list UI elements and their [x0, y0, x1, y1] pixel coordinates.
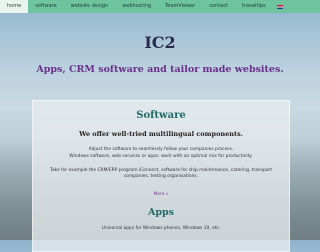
- content-card: Software We offer well-tried multilingua…: [32, 100, 290, 252]
- nav-item-webhosting[interactable]: webhosting: [115, 0, 158, 13]
- site-title: IC2: [144, 33, 176, 52]
- top-navigation: home software website design webhosting …: [0, 0, 320, 13]
- nav-item-home[interactable]: home: [0, 0, 29, 13]
- software-text-1: Adjust the software to seamlessly follow…: [88, 147, 234, 152]
- nav-item-contact[interactable]: contact: [202, 0, 235, 13]
- nav-item-traveltips[interactable]: traveltips: [235, 0, 273, 13]
- nav-item-software[interactable]: software: [28, 0, 63, 13]
- flag-icon[interactable]: [276, 4, 283, 9]
- nav-item-teamviewer[interactable]: TeamViewer: [158, 0, 202, 13]
- software-text-2: Windows software, web services or apps: …: [69, 154, 253, 159]
- software-text-3: Take for example the CRM/ERP program iCo…: [50, 168, 272, 179]
- nav-item-website-design[interactable]: website design: [64, 0, 116, 13]
- apps-heading: Apps: [147, 207, 174, 218]
- site-tagline: Apps, CRM software and tailor made websi…: [36, 64, 284, 75]
- software-subheading: We offer well-tried multilingual compone…: [79, 130, 243, 138]
- software-more-link[interactable]: More »: [33, 192, 289, 197]
- software-heading: Software: [136, 110, 186, 121]
- apps-text-1: Universal apps for Windows phones, Windo…: [101, 226, 221, 231]
